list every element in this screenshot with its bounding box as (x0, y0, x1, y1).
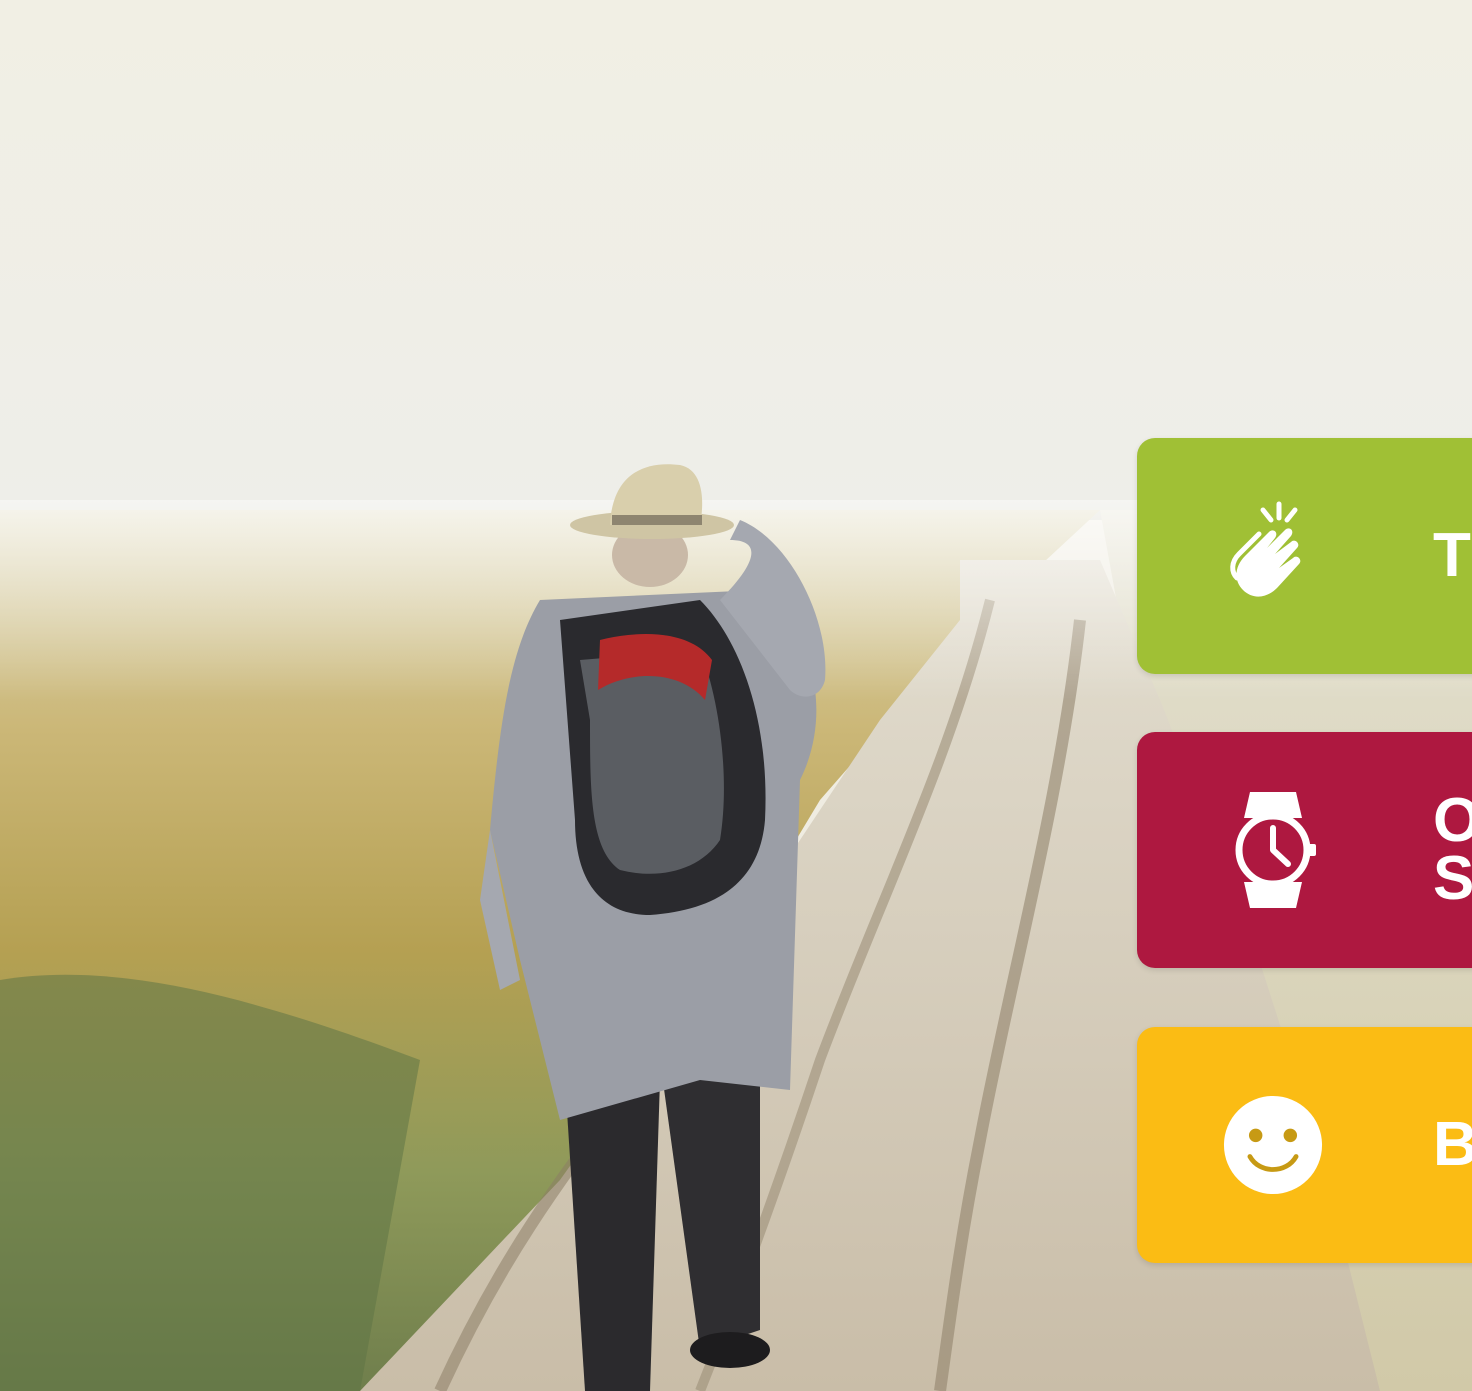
card-label: B (1433, 1116, 1472, 1174)
card-smiley[interactable]: B (1137, 1027, 1472, 1263)
clapping-hands-icon (1223, 486, 1323, 626)
card-label: O S (1433, 792, 1472, 908)
card-hands[interactable]: T (1137, 438, 1472, 674)
wristwatch-icon (1223, 780, 1323, 920)
card-watch[interactable]: O S (1137, 732, 1472, 968)
smiley-face-icon (1223, 1075, 1323, 1215)
card-label: T (1433, 527, 1471, 585)
